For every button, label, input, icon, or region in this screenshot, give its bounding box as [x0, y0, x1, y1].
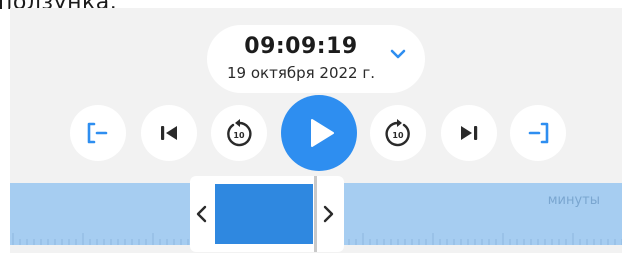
chevron-right-icon[interactable]	[320, 204, 336, 224]
set-end-icon	[528, 122, 549, 144]
set-start-button[interactable]	[70, 105, 126, 161]
chevron-left-icon[interactable]	[194, 204, 210, 224]
next-button[interactable]	[441, 105, 497, 161]
play-icon	[311, 119, 334, 147]
chevron-down-icon[interactable]	[389, 45, 407, 63]
set-end-button[interactable]	[510, 105, 566, 161]
rewind-seconds: 10	[233, 131, 245, 140]
rewind-10-button[interactable]: 10	[211, 105, 267, 161]
previous-icon	[161, 126, 177, 140]
play-button[interactable]	[281, 95, 357, 171]
datetime-picker[interactable]: 09:09:19 19 октября 2022 г.	[207, 25, 425, 93]
previous-button[interactable]	[141, 105, 197, 161]
selected-range[interactable]	[215, 184, 313, 244]
playhead[interactable]	[314, 176, 317, 252]
rewind-10-icon: 10	[227, 119, 252, 147]
forward-10-button[interactable]: 10	[370, 105, 426, 161]
current-date: 19 октября 2022 г.	[226, 64, 375, 82]
next-icon	[461, 126, 478, 140]
current-time: 09:09:19	[244, 34, 358, 59]
forward-10-icon: 10	[385, 119, 410, 147]
timeline-unit-label: минуты	[547, 193, 600, 208]
range-selector[interactable]	[190, 176, 344, 252]
set-start-icon	[87, 122, 108, 144]
forward-seconds: 10	[392, 131, 404, 140]
